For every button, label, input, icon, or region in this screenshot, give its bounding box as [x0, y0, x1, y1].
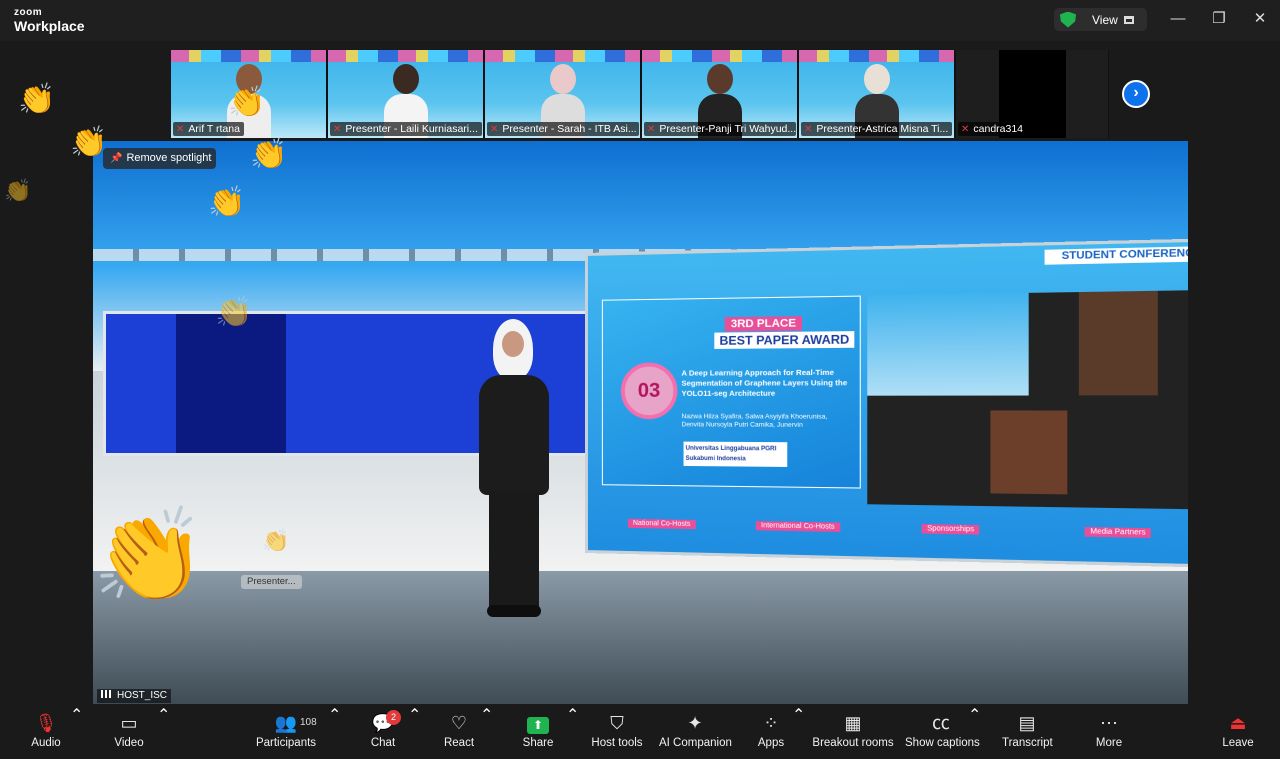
- app-logo: zoom Workplace: [14, 7, 85, 34]
- brand-small: zoom: [14, 7, 43, 18]
- award-slide: 3RD PLACE BEST PAPER AWARD 03 A Deep Lea…: [601, 295, 861, 489]
- presenter-tag: Presenter...: [241, 575, 302, 589]
- sparkle-icon: ✦: [687, 713, 703, 733]
- share-button[interactable]: ⬆ Share: [518, 705, 558, 759]
- clap-reaction-icon: 👏: [208, 186, 246, 219]
- participant-tile[interactable]: ✕ Presenter - Laili Kurniasari...: [328, 50, 484, 138]
- participant-tile[interactable]: ✕ Presenter - Sarah - ITB Asi...: [485, 50, 641, 138]
- participant-name: ✕ candra314: [958, 122, 1028, 136]
- award-title: BEST PAPER AWARD: [714, 331, 855, 349]
- share-screen-icon: ⬆: [527, 717, 549, 734]
- participant-tile[interactable]: ✕ candra314: [956, 50, 1109, 138]
- video-camera-icon: ▭: [120, 713, 138, 733]
- close-icon[interactable]: ✕: [1250, 10, 1270, 30]
- participant-name: ✕ Presenter - Sarah - ITB Asi...: [487, 122, 639, 136]
- mic-muted-icon: ✕: [804, 124, 813, 135]
- paper-authors: Nazwa Hilza Syafira, Salwa Asyiyifa Khoe…: [681, 413, 828, 429]
- signal-icon: [101, 690, 113, 698]
- apps-icon: ⁘: [763, 713, 779, 733]
- react-options-chevron-icon[interactable]: ⌃: [480, 705, 493, 759]
- share-options-chevron-icon[interactable]: ⌃: [566, 705, 579, 759]
- medal-icon: 03: [620, 362, 678, 420]
- participant-name: ✕ Presenter - Laili Kurniasari...: [330, 122, 482, 136]
- more-dots-icon: ⋯: [1100, 713, 1118, 733]
- captions-options-chevron-icon[interactable]: ⌃: [968, 705, 981, 759]
- brand-large: Workplace: [14, 18, 85, 34]
- cohost-label: Media Partners: [1084, 526, 1152, 538]
- cohost-label: National Co-Hosts: [627, 518, 696, 530]
- host-presenter: [471, 319, 557, 621]
- ai-companion-button[interactable]: ✦ AI Companion: [659, 705, 732, 759]
- participants-button[interactable]: 👥 Participants: [255, 705, 317, 759]
- restore-icon[interactable]: ❐: [1209, 10, 1229, 30]
- show-captions-button[interactable]: ㏄ Show captions: [905, 705, 980, 759]
- participant-tile[interactable]: ✕ Presenter-Astrica Misna Ti...: [799, 50, 955, 138]
- view-button[interactable]: View: [1054, 8, 1147, 31]
- clap-reaction-icon: 👏: [215, 296, 253, 329]
- minimize-icon[interactable]: —: [1168, 10, 1188, 30]
- winners-video-grid: [867, 289, 1188, 510]
- participant-strip: ✕ Arif T rtana ✕ Presenter - Laili Kurnias…: [171, 50, 1109, 138]
- more-button[interactable]: ⋯ More: [1094, 705, 1124, 759]
- breakout-grid-icon: ▦: [844, 713, 862, 733]
- heart-icon: ♡: [450, 713, 468, 733]
- audio-options-chevron-icon[interactable]: ⌃: [70, 705, 83, 759]
- pin-icon: 📌: [110, 153, 123, 164]
- mic-muted-icon: ✕: [647, 124, 656, 135]
- security-shield-icon[interactable]: [1060, 11, 1076, 28]
- mic-muted-icon: ✕: [176, 124, 185, 135]
- spotlight-video: STUDENT CONFERENCE 3RD PLACE BEST PAPER …: [93, 141, 1188, 704]
- mic-muted-icon: ✕: [333, 124, 342, 135]
- cohost-label: Sponsorships: [921, 524, 980, 535]
- clap-reaction-icon: 👏: [262, 528, 290, 553]
- chat-options-chevron-icon[interactable]: ⌃: [408, 705, 421, 759]
- meeting-toolbar: 🎙 Audio ⌃ ▭ Video ⌃ 👥 Participants 108 ⌃…: [0, 705, 1280, 759]
- view-label: View: [1092, 12, 1118, 27]
- transcript-button[interactable]: ▤ Transcript: [1002, 705, 1053, 759]
- leave-button[interactable]: ⏏ Leave: [1222, 705, 1254, 759]
- video-options-chevron-icon[interactable]: ⌃: [157, 705, 170, 759]
- mic-muted-icon: ✕: [490, 124, 499, 135]
- host-tools-button[interactable]: ⛉ Host tools: [590, 705, 644, 759]
- apps-options-chevron-icon[interactable]: ⌃: [792, 705, 805, 759]
- participant-tile[interactable]: ✕ Presenter-Panji Tri Wahyud...: [642, 50, 798, 138]
- mic-muted-icon: ✕: [961, 124, 970, 135]
- video-button[interactable]: ▭ Video: [108, 705, 150, 759]
- paper-title: A Deep Learning Approach for Real-Time S…: [681, 367, 848, 398]
- clap-reaction-icon: 👏: [250, 138, 288, 171]
- shield-icon: ⛉: [610, 713, 624, 733]
- react-button[interactable]: ♡ React: [440, 705, 478, 759]
- cc-icon: ㏄: [932, 713, 950, 733]
- stage-screen: STUDENT CONFERENCE 3RD PLACE BEST PAPER …: [585, 237, 1188, 569]
- participant-name: ✕ Presenter-Panji Tri Wahyud...: [644, 122, 796, 136]
- cohost-label: International Co-Hosts: [755, 521, 841, 532]
- view-grid-icon: [1123, 15, 1134, 24]
- remove-spotlight-button[interactable]: 📌 Remove spotlight: [103, 148, 216, 169]
- clap-reaction-icon: 👏: [228, 86, 266, 119]
- next-page-arrow-icon[interactable]: ›: [1122, 80, 1150, 108]
- award-place: 3RD PLACE: [724, 316, 803, 332]
- clap-reaction-icon: 👏: [70, 126, 108, 159]
- clap-reaction-icon: 👏: [18, 83, 56, 116]
- mic-muted-icon: 🎙: [34, 713, 58, 733]
- video-name-label: HOST_ISC: [97, 689, 172, 703]
- leave-door-icon: ⏏: [1229, 713, 1247, 733]
- participant-name: ✕ Presenter-Astrica Misna Ti...: [801, 122, 953, 136]
- participants-count: 108: [300, 717, 317, 728]
- breakout-rooms-button[interactable]: ▦ Breakout rooms: [812, 705, 894, 759]
- participant-name: ✕ Arif T rtana: [173, 122, 244, 136]
- apps-button[interactable]: ⁘ Apps: [755, 705, 787, 759]
- clap-reaction-icon: 👏: [92, 505, 207, 607]
- chat-unread-badge: 2: [386, 710, 401, 725]
- clap-reaction-icon: 👏: [4, 178, 32, 203]
- title-bar: zoom Workplace View — ❐ ✕: [0, 0, 1280, 41]
- conference-banner: STUDENT CONFERENCE: [1044, 245, 1188, 265]
- audio-button[interactable]: 🎙 Audio: [24, 705, 68, 759]
- university-label: Universitas Linggabuana PGRI Sukabumi In…: [683, 441, 788, 467]
- participants-options-chevron-icon[interactable]: ⌃: [328, 705, 341, 759]
- transcript-icon: ▤: [1018, 713, 1036, 733]
